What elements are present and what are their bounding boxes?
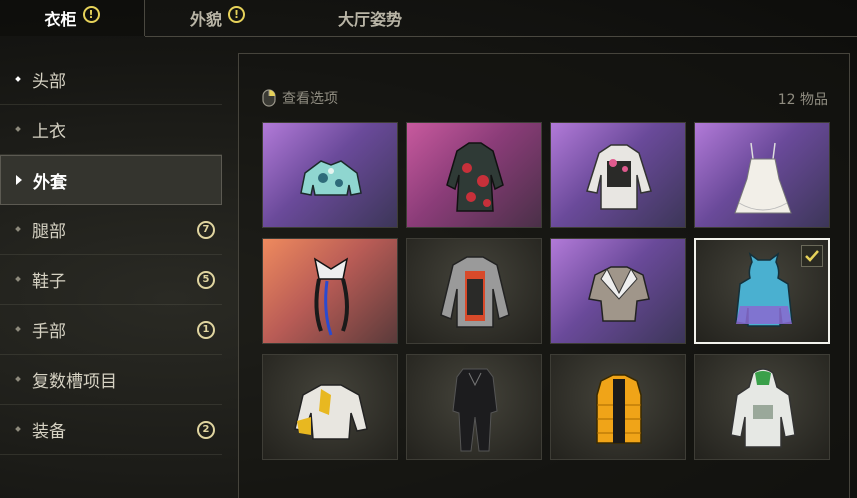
white-vest-jacket-icon [586,144,652,210]
item-count: 12 物品 [777,92,828,108]
tab-lobby-pose[interactable]: 大厅姿势 [290,0,450,36]
red-floral-coat-icon [446,142,504,212]
sidebar-item-label: 鞋子 [32,272,66,292]
diamond-bullet-icon [15,376,21,382]
black-suit-icon [452,368,498,452]
diamond-bullet-icon [15,126,21,132]
view-options-label: 查看选项 [282,91,338,107]
sidebar-item-head[interactable]: 头部 [0,55,222,105]
sidebar-item-label: 腿部 [32,222,66,242]
item-card[interactable] [550,122,686,228]
tab-appearance[interactable]: 外貌 ! [145,0,290,36]
sidebar-item-outerwear[interactable]: 外套 [0,155,222,205]
yellow-white-jacket-icon [294,384,368,440]
sidebar-item-label: 手部 [32,322,66,342]
item-card[interactable] [262,238,398,344]
cropped-floral-jacket-icon [300,160,362,196]
tab-wardrobe-label: 衣柜 [44,10,77,29]
yellow-puffer-vest-icon [596,374,642,444]
sidebar-item-top[interactable]: 上衣 [0,105,222,155]
item-card-selected[interactable] [694,238,830,344]
diamond-bullet-icon [15,76,21,82]
panel-header: 查看选项 12 物品 [262,88,828,110]
item-card[interactable] [550,354,686,460]
item-card[interactable] [262,354,398,460]
diamond-bullet-icon [15,326,21,332]
mouse-icon [262,89,276,107]
sailor-top-icon [588,266,650,322]
sidebar-item-multi-slot[interactable]: 复数槽项目 [0,355,222,405]
diamond-bullet-icon [15,426,21,432]
sidebar-item-label: 上衣 [32,122,66,142]
grey-red-jacket-icon [440,256,510,328]
sidebar-item-gear[interactable]: 装备 2 [0,405,222,455]
sidebar-item-label: 复数槽项目 [32,372,117,392]
ribbon-top-icon [313,257,349,336]
tab-divider [145,36,857,37]
view-options-button[interactable]: 查看选项 [262,88,338,108]
alert-icon: ! [82,5,100,23]
new-count-badge: 7 [197,221,215,239]
item-card[interactable] [550,238,686,344]
play-arrow-icon [16,175,22,185]
diamond-bullet-icon [15,226,21,232]
tab-appearance-label: 外貌 [189,10,222,29]
item-card[interactable] [694,122,830,228]
alert-icon: ! [228,5,245,23]
white-dress-top-icon [734,142,792,214]
top-tab-bar: 衣柜 ! 外貌 ! 大厅姿势 [0,0,857,38]
item-card[interactable] [262,122,398,228]
sidebar-item-label: 头部 [32,72,66,92]
item-card[interactable] [406,238,542,344]
tab-wardrobe[interactable]: 衣柜 ! [0,0,145,36]
sidebar-item-label: 装备 [32,422,66,442]
item-card[interactable] [406,354,542,460]
sidebar-item-shoes[interactable]: 鞋子 5 [0,255,222,305]
new-count-badge: 2 [197,421,215,439]
new-count-badge: 1 [197,321,215,339]
item-card[interactable] [406,122,542,228]
sidebar-item-legs[interactable]: 腿部 7 [0,205,222,255]
tab-lobby-pose-label: 大厅姿势 [337,10,402,29]
category-sidebar: 头部 上衣 外套 腿部 7 鞋子 5 手部 1 复数槽项目 装备 2 [0,55,222,455]
diamond-bullet-icon [15,276,21,282]
sidebar-item-label: 外套 [33,172,67,193]
new-count-badge: 5 [197,271,215,289]
sidebar-item-hands[interactable]: 手部 1 [0,305,222,355]
equipped-check-icon [801,245,823,267]
item-card[interactable] [694,354,830,460]
white-green-hoodie-icon [730,368,796,448]
